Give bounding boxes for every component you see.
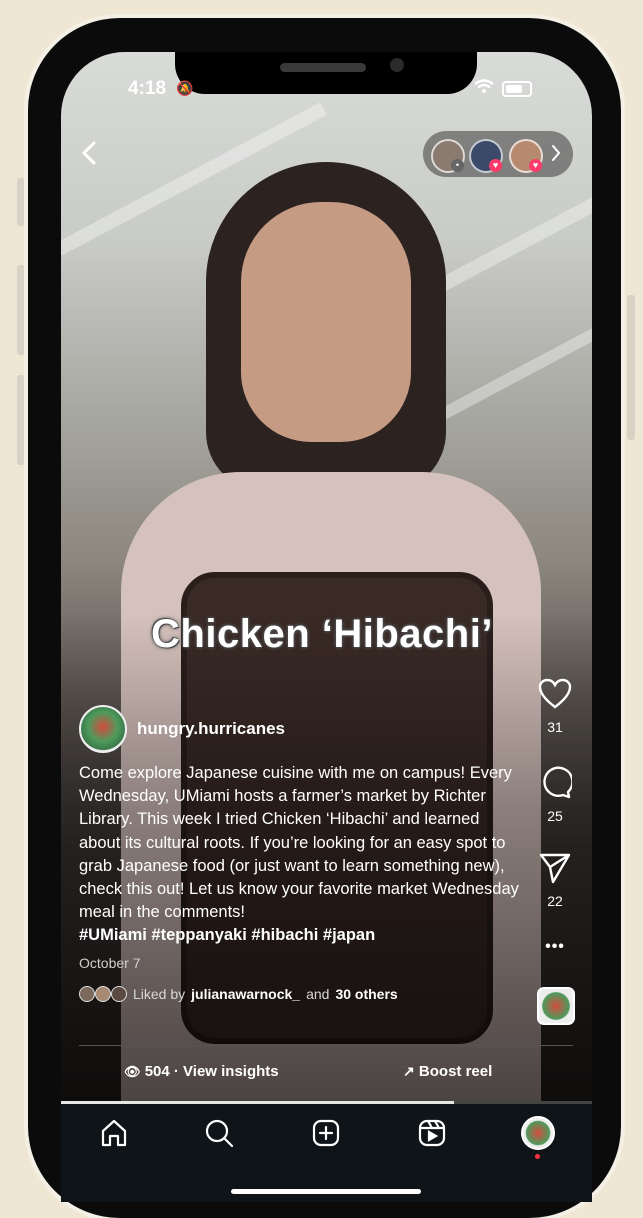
creator-row[interactable]: hungry.hurricanes [79,705,285,753]
chevron-left-icon [81,141,96,165]
silent-switch [17,178,25,226]
caption-text: Come explore Japanese cuisine with me on… [79,764,519,922]
heart-badge-icon: ♥ [489,159,502,172]
caption-hashtags[interactable]: #UMiami #teppanyaki #hibachi #japan [79,926,375,944]
back-button[interactable] [80,140,98,173]
share-action[interactable]: 22 [535,852,575,909]
creator-avatar[interactable] [79,705,127,753]
comment-action[interactable]: 25 [535,765,575,824]
video-progress-bar[interactable] [61,1101,592,1104]
like-action[interactable]: 31 [535,678,575,735]
wifi-icon [474,79,494,99]
speaker [280,63,366,72]
like-count: 31 [547,719,563,735]
volume-up-button [17,265,25,355]
boost-reel-button[interactable]: ↗ Boost reel [403,1063,492,1080]
battery-icon [502,81,532,97]
reels-icon [418,1119,446,1147]
notification-dot [535,1154,540,1159]
more-action[interactable]: ••• [535,938,575,956]
bottom-tab-bar [61,1104,592,1202]
share-count: 22 [547,893,563,909]
heart-badge-icon: ♥ [529,159,542,172]
video-progress-fill [61,1101,454,1104]
heart-icon [538,678,572,709]
comment-icon [543,766,574,799]
tab-search[interactable] [199,1118,239,1155]
tab-profile[interactable] [521,1116,555,1150]
insights-label: 504 · View insights [144,1063,279,1080]
silent-bell-icon: 🔕 [176,80,194,96]
status-icons [474,79,532,99]
more-icon: ••• [545,938,565,955]
boost-label: Boost reel [418,1063,493,1080]
liker-avatar [111,986,127,1002]
search-icon [205,1119,234,1148]
status-time: 4:18 [128,78,167,99]
liked-by-prefix: Liked by [133,986,186,1002]
create-icon [312,1119,340,1147]
home-icon [101,1119,127,1147]
tab-create[interactable] [306,1118,346,1155]
trend-arrow-icon: ↗ [403,1063,415,1079]
person-face [241,202,411,442]
liked-by-row[interactable]: Liked by julianawarnock_ and 30 others [79,986,398,1002]
share-icon [539,853,571,884]
eye-icon: 👁 [124,1064,141,1079]
liked-by-user[interactable]: julianawarnock_ [191,986,300,1002]
view-insights-button[interactable]: 👁 504 · View insights [124,1063,279,1080]
power-button [627,295,635,440]
liked-by-others[interactable]: 30 others [335,986,397,1002]
post-date: October 7 [79,955,141,971]
divider [79,1045,573,1046]
viewer-avatars-pill[interactable]: • ♥ ♥ [423,131,573,177]
volume-down-button [17,375,25,465]
comment-badge-icon: • [451,159,464,172]
chevron-right-icon [551,144,561,167]
creator-username[interactable]: hungry.hurricanes [137,719,285,739]
front-camera [390,58,404,72]
notch [175,52,477,94]
post-caption[interactable]: Come explore Japanese cuisine with me on… [79,762,519,948]
home-indicator [231,1189,421,1194]
comment-count: 25 [547,808,563,824]
tab-home[interactable] [94,1118,134,1155]
liked-by-and: and [306,986,330,1002]
tab-reels[interactable] [412,1118,452,1155]
audio-thumbnail[interactable] [537,987,575,1025]
liker-avatar [95,986,111,1002]
video-overlay-title: Chicken ‘Hibachi’ [151,612,493,656]
liker-avatar [79,986,95,1002]
